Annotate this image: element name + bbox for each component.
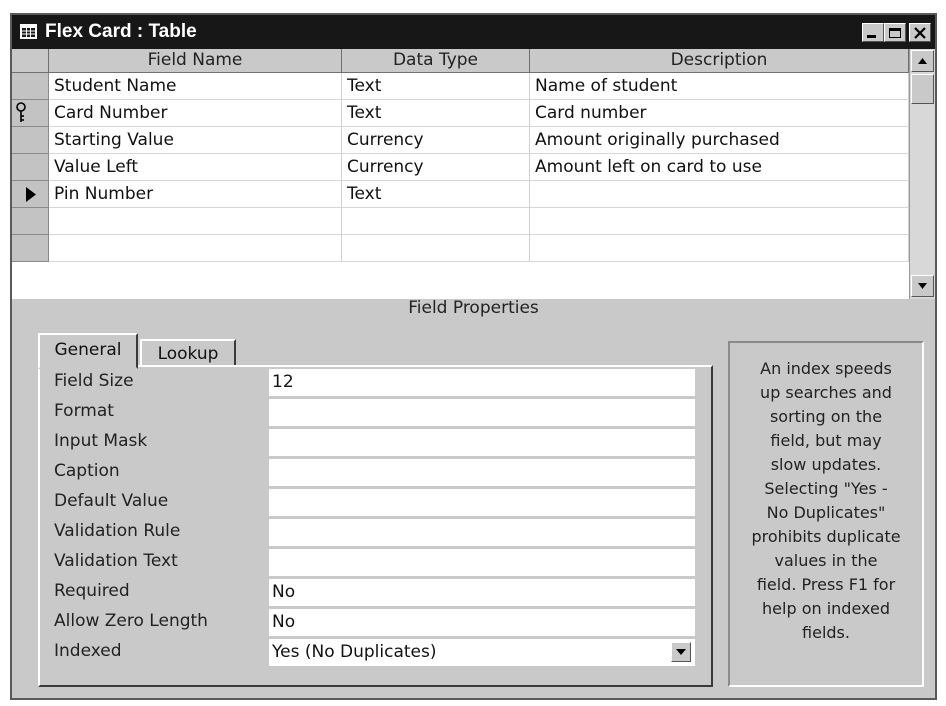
minimize-icon	[867, 35, 876, 38]
property-label: Validation Text	[54, 551, 178, 571]
field-size-input[interactable]: 12	[269, 369, 695, 396]
title-bar[interactable]: Flex Card : Table	[12, 15, 935, 49]
field-name-cell[interactable]: Student Name	[49, 73, 342, 100]
minimize-button[interactable]	[862, 23, 884, 42]
help-text-line: field, but may	[770, 431, 882, 450]
table-design-window: Flex Card : Table Field Name Data Type D…	[10, 13, 937, 700]
field-name-cell[interactable]: Value Left	[49, 154, 342, 181]
field-name-cell[interactable]	[49, 235, 342, 262]
help-text-line: help on indexed	[762, 599, 890, 618]
data-type-cell[interactable]: Text	[342, 181, 530, 208]
field-name-cell[interactable]: Card Number	[49, 100, 342, 127]
input-mask-input[interactable]	[269, 429, 695, 456]
arrow-down-icon	[918, 283, 927, 289]
validation-text-input[interactable]	[269, 549, 695, 576]
description-header[interactable]: Description	[530, 49, 909, 73]
caption-input[interactable]	[269, 459, 695, 486]
field-name-cell[interactable]: Starting Value	[49, 127, 342, 154]
indexed-dropdown-button[interactable]	[671, 642, 691, 662]
property-label: Field Size	[54, 371, 134, 391]
vertical-scrollbar[interactable]	[909, 49, 935, 299]
description-cell[interactable]	[530, 235, 909, 262]
help-text-line: Selecting "Yes -	[764, 479, 888, 498]
data-type-header[interactable]: Data Type	[342, 49, 530, 73]
required-input[interactable]: No	[269, 579, 695, 606]
maximize-icon	[889, 28, 901, 38]
row-selector[interactable]	[12, 73, 49, 100]
help-text-line: values in the	[774, 551, 878, 570]
tab-general[interactable]: General	[38, 333, 138, 369]
description-cell[interactable]: Card number	[530, 100, 909, 127]
description-cell[interactable]	[530, 181, 909, 208]
data-type-cell[interactable]: Currency	[342, 127, 530, 154]
field-grid: Field Name Data Type Description Student…	[12, 49, 935, 299]
format-input[interactable]	[269, 399, 695, 426]
help-text-line: prohibits duplicate	[751, 527, 901, 546]
property-label: Default Value	[54, 491, 169, 511]
data-type-cell[interactable]: Text	[342, 73, 530, 100]
field-name-cell[interactable]: Pin Number	[49, 181, 342, 208]
property-label: Allow Zero Length	[54, 611, 208, 631]
scroll-down-button[interactable]	[911, 275, 934, 297]
tab-lookup[interactable]: Lookup	[140, 339, 236, 367]
description-cell[interactable]: Amount left on card to use	[530, 154, 909, 181]
description-cell[interactable]: Amount originally purchased	[530, 127, 909, 154]
field-name-cell[interactable]	[49, 208, 342, 235]
row-selector[interactable]	[12, 154, 49, 181]
help-text-line: field. Press F1 for	[756, 575, 896, 594]
row-selector[interactable]	[12, 235, 49, 262]
help-text-line: fields.	[802, 623, 850, 642]
data-type-cell[interactable]	[342, 235, 530, 262]
key-icon	[16, 102, 26, 122]
close-icon	[914, 27, 926, 39]
property-label: Caption	[54, 461, 120, 481]
row-selector[interactable]	[12, 100, 49, 127]
row-selector[interactable]	[12, 127, 49, 154]
chevron-down-icon	[676, 649, 686, 655]
field-name-header[interactable]: Field Name	[49, 49, 342, 73]
property-label: Input Mask	[54, 431, 148, 451]
arrow-up-icon	[918, 58, 927, 64]
property-label: Validation Rule	[54, 521, 181, 541]
default-value-input[interactable]	[269, 489, 695, 516]
property-label: Required	[54, 581, 130, 601]
validation-rule-input[interactable]	[269, 519, 695, 546]
current-row-arrow-icon	[26, 187, 36, 202]
property-label: Indexed	[54, 641, 122, 661]
data-type-cell[interactable]: Text	[342, 100, 530, 127]
scroll-up-button[interactable]	[911, 50, 934, 72]
selector-header[interactable]	[12, 49, 49, 73]
data-type-cell[interactable]: Currency	[342, 154, 530, 181]
help-text-box: An index speeds up searches and sorting …	[728, 341, 924, 687]
indexed-select[interactable]: Yes (No Duplicates)	[269, 639, 695, 666]
row-selector[interactable]	[12, 181, 49, 208]
help-text-line: An index speeds	[760, 359, 892, 378]
help-text-line: slow updates.	[770, 455, 882, 474]
maximize-button[interactable]	[884, 23, 906, 42]
indexed-value: Yes (No Duplicates)	[272, 642, 437, 662]
property-label: Format	[54, 401, 114, 421]
data-type-cell[interactable]	[342, 208, 530, 235]
help-text-line: up searches and	[760, 383, 892, 402]
description-cell[interactable]: Name of student	[530, 73, 909, 100]
window-title: Flex Card : Table	[45, 21, 197, 42]
row-selector[interactable]	[12, 208, 49, 235]
general-tab-panel: Field Size 12 Format Input Mask Caption …	[38, 365, 713, 687]
description-cell[interactable]	[530, 208, 909, 235]
help-text-line: sorting on the	[769, 407, 883, 426]
close-button[interactable]	[909, 23, 931, 42]
allow-zero-length-input[interactable]: No	[269, 609, 695, 636]
table-icon	[20, 24, 37, 39]
scroll-thumb[interactable]	[911, 74, 934, 104]
help-text-line: No Duplicates"	[766, 503, 886, 522]
field-properties-label: Field Properties	[408, 298, 539, 318]
